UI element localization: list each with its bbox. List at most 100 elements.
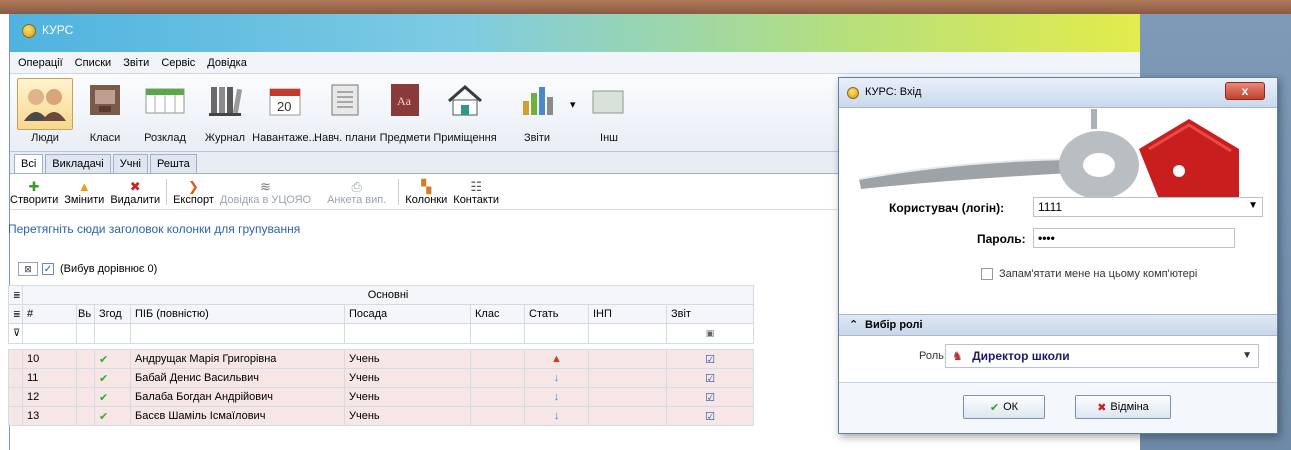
report-filter-checkbox[interactable]: ▣ xyxy=(665,323,755,344)
ribbon-people-button[interactable]: Люди xyxy=(17,74,73,151)
cancel-button[interactable]: ✖ Відміна xyxy=(1075,395,1171,419)
menu-help[interactable]: Довідка xyxy=(207,57,247,69)
tab-students[interactable]: Учні xyxy=(112,154,148,173)
col-number[interactable]: # xyxy=(22,304,77,324)
row-name: Бабай Денис Васильвич xyxy=(130,368,345,388)
row-position: Учень xyxy=(344,406,471,426)
role-section-header[interactable]: ⌃ Вибір ролі xyxy=(839,314,1277,336)
menu-reports[interactable]: Звіти xyxy=(123,57,149,69)
table-row[interactable]: 10 ✔ Андрущак Марія Григорівна Учень ▲ ☑ xyxy=(8,349,755,369)
tab-teachers[interactable]: Викладачі xyxy=(45,154,111,173)
filter-cell[interactable] xyxy=(94,323,131,344)
password-field[interactable]: •••• xyxy=(1033,228,1235,248)
row-position: Учень xyxy=(344,349,471,369)
chevron-down-icon[interactable]: ▼ xyxy=(1248,200,1258,211)
grid-filter-row: ⊽ ▣ xyxy=(8,323,755,344)
col-gender[interactable]: Стать xyxy=(524,304,589,324)
header-menu-icon[interactable]: ≣ xyxy=(8,304,23,324)
ribbon-study-plans-button[interactable]: Навч. плани xyxy=(314,74,376,151)
close-button[interactable]: x xyxy=(1225,82,1265,100)
tab-all[interactable]: Всі xyxy=(14,154,44,173)
reports-dropdown-icon[interactable]: ▾ xyxy=(570,74,582,151)
user-value: 1111 xyxy=(1038,200,1063,214)
collapse-icon: ⌃ xyxy=(849,319,859,331)
menu-service[interactable]: Сервіс xyxy=(161,57,195,69)
report-checkbox[interactable]: ☑ xyxy=(665,349,755,369)
role-section-title: Вибір ролі xyxy=(865,319,923,331)
filter-cell[interactable] xyxy=(76,323,95,344)
ribbon-label: Навантаже... xyxy=(252,132,318,144)
export-button[interactable]: ❯ Експорт xyxy=(173,180,214,209)
menu-operations[interactable]: Операції xyxy=(18,57,63,69)
user-label: Користувач (логін): xyxy=(889,201,1005,215)
columns-label: Колонки xyxy=(405,194,448,206)
other-icon xyxy=(587,78,631,122)
filter-cell[interactable] xyxy=(524,323,589,344)
ribbon-subjects-button[interactable]: Aa Предмети xyxy=(378,74,432,151)
title-bar: КУРС xyxy=(10,14,1140,52)
table-row[interactable]: 12 ✔ Балаба Богдан Андрійович Учень ↓ ☑ xyxy=(8,387,755,407)
filter-cell[interactable] xyxy=(344,323,471,344)
graduate-form-button[interactable]: ⎙ Анкета вип. xyxy=(327,180,386,209)
col-left[interactable]: Вь xyxy=(76,304,95,324)
clear-filter-button[interactable]: ⊠ xyxy=(18,262,38,276)
dialog-title-bar: КУРС: Вхід x xyxy=(839,78,1277,108)
create-button[interactable]: ✚ Створити xyxy=(10,180,58,209)
report-checkbox[interactable]: ☑ xyxy=(665,368,755,388)
filter-funnel-icon[interactable]: ⊽ xyxy=(8,323,23,344)
role-panel: Роль: ♞ Директор школи ▼ xyxy=(839,337,1277,381)
male-icon: ↓ xyxy=(524,368,589,388)
filter-cell[interactable] xyxy=(130,323,345,344)
band-menu-icon[interactable]: ≣ xyxy=(8,285,23,305)
workload-icon: 20 xyxy=(263,78,307,122)
male-icon: ↓ xyxy=(524,406,589,426)
people-grid: ≣ Основні ≣ # Вь Згод ПІБ (повністю) Пос… xyxy=(8,285,755,426)
col-report[interactable]: Звіт xyxy=(665,304,755,324)
report-checkbox[interactable]: ☑ xyxy=(665,387,755,407)
svg-text:Aa: Aa xyxy=(397,94,412,108)
journal-icon xyxy=(203,78,247,122)
ribbon-journal-button[interactable]: Журнал xyxy=(198,74,252,151)
ribbon-label: Люди xyxy=(31,132,59,144)
col-position[interactable]: Посада xyxy=(344,304,471,324)
ribbon-reports-button[interactable]: Звіти xyxy=(510,74,564,151)
tab-others[interactable]: Решта xyxy=(149,154,197,173)
ribbon-classes-button[interactable]: Класи xyxy=(78,74,132,151)
row-name: Андрущак Марія Григорівна xyxy=(130,349,345,369)
check-icon: ✔ xyxy=(94,349,131,369)
col-full-name[interactable]: ПІБ (повністю) xyxy=(130,304,345,324)
col-consent[interactable]: Згод xyxy=(94,304,131,324)
col-inp[interactable]: ІНП xyxy=(588,304,667,324)
ribbon-other-button[interactable]: Інш xyxy=(582,74,636,151)
ribbon-workload-button[interactable]: 20 Навантаже... xyxy=(252,74,318,151)
ok-button[interactable]: ✔ ОК xyxy=(963,395,1045,419)
table-row[interactable]: 11 ✔ Бабай Денис Васильвич Учень ↓ ☑ xyxy=(8,368,755,388)
band-header[interactable]: Основні xyxy=(21,285,755,305)
contacts-label: Контакти xyxy=(453,194,500,206)
table-row[interactable]: 13 ✔ Басєв Шаміль Ісмаїлович Учень ↓ ☑ xyxy=(8,406,755,426)
contacts-button[interactable]: ☷ Контакти xyxy=(453,180,499,209)
filter-cell[interactable] xyxy=(470,323,525,344)
remember-me-checkbox[interactable] xyxy=(981,268,993,280)
menu-lists[interactable]: Списки xyxy=(75,57,112,69)
study-plans-icon xyxy=(323,78,367,122)
subjects-icon: Aa xyxy=(383,78,427,122)
ribbon-schedule-button[interactable]: Розклад xyxy=(138,74,192,151)
edit-button[interactable]: ▲ Змінити xyxy=(64,180,104,209)
column-header-row: ≣ # Вь Згод ПІБ (повністю) Посада Клас С… xyxy=(8,304,755,324)
columns-button[interactable]: ▚ Колонки xyxy=(405,180,447,209)
report-checkbox[interactable]: ☑ xyxy=(665,406,755,426)
ribbon-label: Звіти xyxy=(523,132,551,144)
filter-cell[interactable] xyxy=(22,323,77,344)
user-combobox[interactable]: 1111 ▼ xyxy=(1033,197,1263,217)
edit-label: Змінити xyxy=(64,194,105,206)
ribbon-rooms-button[interactable]: Приміщення xyxy=(433,74,497,151)
role-select[interactable]: ♞ Директор школи ▼ xyxy=(945,344,1259,368)
group-by-hint[interactable]: Перетягніть сюди заголовок колонки для г… xyxy=(8,222,300,236)
filter-cell[interactable] xyxy=(588,323,667,344)
filter-checkbox[interactable]: ✓ xyxy=(42,263,54,275)
help-ucoyo-button[interactable]: ≋ Довідка в УЦОЯО xyxy=(220,180,311,209)
dialog-footer: ✔ ОК ✖ Відміна xyxy=(839,382,1277,433)
delete-button[interactable]: ✖ Видалити xyxy=(110,180,160,209)
col-class[interactable]: Клас xyxy=(470,304,525,324)
